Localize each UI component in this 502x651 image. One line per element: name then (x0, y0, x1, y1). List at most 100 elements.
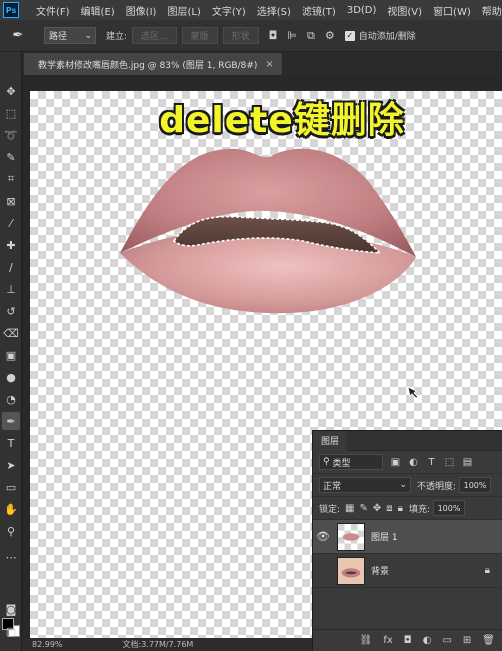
eyedropper-icon[interactable]: ⁄ (2, 214, 20, 232)
layer-kind-value: 类型 (332, 458, 351, 469)
layer-thumbnail (337, 556, 365, 585)
layer-thumbnail (337, 522, 365, 551)
new-layer-icon[interactable]: ⊞ (463, 635, 471, 646)
layer-filter-row: ⚲ 类型 ▣ ◐ T ⬚ ▤ (313, 451, 502, 474)
make-selection-button[interactable]: 选区... (132, 27, 177, 44)
menu-file[interactable]: 文件(F) (36, 3, 70, 18)
delete-layer-icon[interactable]: 🗑︎ (482, 635, 495, 646)
layer-style-icon[interactable]: fx (383, 635, 392, 646)
brush-icon[interactable]: ∕ (2, 258, 20, 276)
layer-row-layer1[interactable]: 👁︎ 图层 1 (313, 520, 502, 554)
blend-mode-select[interactable]: 正常 ⌄ (319, 477, 411, 493)
healing-icon[interactable]: ✚ (2, 236, 20, 254)
crop-icon[interactable]: ⌗ (2, 170, 20, 188)
menu-image[interactable]: 图像(I) (126, 3, 157, 18)
pen-tool-preset-icon[interactable]: ✒ (6, 24, 30, 48)
menu-edit[interactable]: 编辑(E) (81, 3, 115, 18)
lock-artboard-icon[interactable]: ⧈ (386, 503, 392, 514)
menu-help[interactable]: 帮助 (482, 3, 502, 18)
path-operations-icon[interactable]: ◘ (269, 29, 278, 42)
pixel-filter-icon[interactable]: ▣ (390, 457, 401, 468)
smart-object-filter-icon[interactable]: ▤ (462, 457, 473, 468)
gradient-icon[interactable]: ▣ (2, 346, 20, 364)
photoshop-logo: Ps (3, 2, 19, 18)
dodge-icon[interactable]: ◔ (2, 390, 20, 408)
menu-select[interactable]: 选择(S) (257, 3, 291, 18)
fill-field[interactable]: 100% (433, 500, 466, 516)
frame-icon[interactable]: ⊠ (2, 192, 20, 210)
path-select-icon[interactable]: ➤ (2, 456, 20, 474)
quick-select-icon[interactable]: ✎ (2, 148, 20, 166)
layer-kind-filter[interactable]: ⚲ 类型 (319, 454, 383, 470)
lock-pixels-icon[interactable]: ✎ (360, 503, 368, 514)
menu-filter[interactable]: 滤镜(T) (302, 3, 336, 18)
path-arrangement-icon[interactable]: ⧉ (307, 29, 315, 43)
document-tab-title: 教学素材修改嘴唇颜色.jpg @ 83% (图层 1, RGB/8#) (38, 60, 258, 71)
pen-mode-select[interactable]: 路径 ⌄ (44, 27, 96, 44)
make-shape-button[interactable]: 形状 (222, 27, 259, 44)
pen-cursor-icon (407, 386, 419, 399)
menu-3d[interactable]: 3D(D) (347, 5, 377, 16)
chevron-down-icon: ⌄ (399, 480, 407, 490)
layer-name[interactable]: 背景 (371, 564, 389, 577)
menu-window[interactable]: 窗口(W) (433, 3, 471, 18)
lips-image (120, 148, 416, 314)
adjustment-layer-icon[interactable]: ◐ (423, 635, 432, 646)
more-tools-icon[interactable]: ⋯ (2, 548, 20, 566)
history-brush-icon[interactable]: ↺ (2, 302, 20, 320)
path-alignment-icon[interactable]: ⊫ (287, 29, 297, 42)
link-layers-icon[interactable]: ⛓ (360, 635, 373, 646)
document-tab-bar: 教学素材修改嘴唇颜色.jpg @ 83% (图层 1, RGB/8#) × (22, 53, 502, 75)
marquee-icon[interactable]: ⬚ (2, 104, 20, 122)
layers-footer: ⛓ fx ◘ ◐ ▭ ⊞ 🗑︎ (313, 629, 502, 651)
fill-label: 填充: (408, 504, 431, 515)
blur-icon[interactable]: ● (2, 368, 20, 386)
hand-icon[interactable]: ✋ (2, 500, 20, 518)
lasso-icon[interactable]: ➰ (2, 126, 20, 144)
tab-layers[interactable]: 图层 (313, 430, 348, 451)
add-mask-icon[interactable]: ◘ (404, 635, 412, 646)
options-bar: ✒ 路径 ⌄ 建立: 选区... 蒙版 形状 ◘ ⊫ ⧉ ⚙ ✓ 自动添加/删除 (0, 20, 502, 52)
type-icon[interactable]: T (2, 434, 20, 452)
search-icon: ⚲ (323, 457, 333, 467)
lock-position-icon[interactable]: ✥ (373, 503, 381, 514)
chevron-down-icon: ⌄ (84, 30, 92, 41)
build-label: 建立: (106, 32, 128, 42)
rectangle-icon[interactable]: ▭ (2, 478, 20, 496)
lock-icon: 🔒︎ (484, 565, 490, 576)
zoom-level[interactable]: 82.99% (32, 640, 63, 649)
document-size[interactable]: 文档:3.77M/7.76M (123, 639, 194, 650)
new-group-icon[interactable]: ▭ (442, 635, 451, 646)
eye-icon[interactable]: 👁︎ (313, 530, 333, 543)
auto-add-delete-checkbox[interactable]: ✓ (344, 30, 355, 41)
pen-mode-value: 路径 (49, 32, 68, 42)
stamp-icon[interactable]: ⊥ (2, 280, 20, 298)
make-mask-button[interactable]: 蒙版 (181, 27, 218, 44)
move-icon[interactable]: ✥ (2, 82, 20, 100)
menu-view[interactable]: 视图(V) (387, 3, 422, 18)
canvas-caption: delete键删除 (159, 100, 405, 141)
menu-layer[interactable]: 图层(L) (167, 3, 200, 18)
eraser-icon[interactable]: ⌫ (2, 324, 20, 342)
close-icon[interactable]: × (265, 59, 273, 70)
menu-type[interactable]: 文字(Y) (212, 3, 246, 18)
opacity-field[interactable]: 100% (459, 477, 492, 493)
document-tab[interactable]: 教学素材修改嘴唇颜色.jpg @ 83% (图层 1, RGB/8#) × (24, 53, 282, 75)
shape-filter-icon[interactable]: ⬚ (444, 457, 455, 468)
type-filter-icon[interactable]: T (426, 457, 437, 468)
quick-mask-icon[interactable]: ◙ (2, 600, 20, 618)
lock-label: 锁定: (319, 504, 341, 515)
tools-panel: ✥ ⬚ ➰ ✎ ⌗ ⊠ ⁄ ✚ ∕ ⊥ ↺ ⌫ ▣ ● ◔ ✒ T ➤ ▭ ✋ … (0, 52, 22, 651)
layer-row-background[interactable]: 背景 🔒︎ (313, 554, 502, 588)
zoom-icon[interactable]: ⚲ (2, 522, 20, 540)
layer-name[interactable]: 图层 1 (371, 530, 398, 543)
screen-mode-icon[interactable]: ▢ (2, 622, 20, 640)
gear-icon[interactable]: ⚙ (325, 29, 335, 42)
opacity-label: 不透明度: (417, 481, 457, 492)
layers-tabbar: 图层 (313, 430, 502, 451)
lock-all-icon[interactable]: 🔒︎ (398, 503, 403, 514)
lock-transparent-icon[interactable]: ▦ (345, 503, 354, 514)
pen-icon[interactable]: ✒ (2, 412, 20, 430)
adjustment-filter-icon[interactable]: ◐ (408, 457, 419, 468)
blend-mode-value: 正常 (323, 481, 342, 492)
